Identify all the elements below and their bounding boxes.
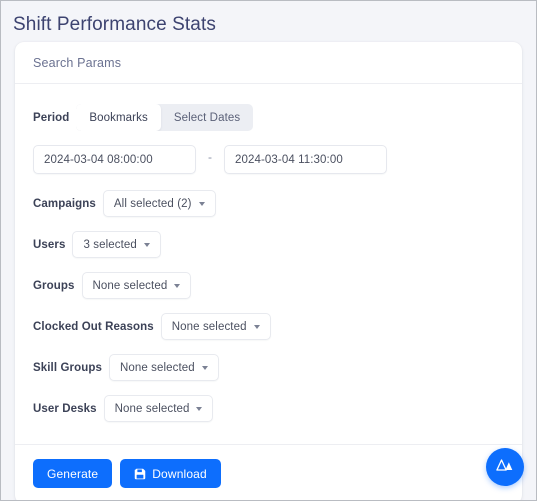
save-disk-icon [134, 468, 146, 480]
brand-fab-button[interactable] [486, 448, 524, 486]
clocked-out-reasons-dropdown-value: None selected [171, 320, 247, 333]
page-title: Shift Performance Stats [13, 14, 216, 35]
card-header: Search Params [15, 42, 522, 84]
user-desks-label: User Desks [33, 402, 97, 415]
period-row: Period Bookmarks Select Dates [33, 104, 504, 131]
groups-label: Groups [33, 279, 75, 292]
download-button[interactable]: Download [120, 459, 221, 488]
card-section-title: Search Params [33, 55, 122, 70]
chevron-down-icon [174, 284, 181, 288]
filter-row-groups: Groups None selected [33, 272, 504, 299]
date-range-separator: - [208, 149, 212, 164]
campaigns-dropdown[interactable]: All selected (2) [102, 190, 216, 217]
period-tab-group: Bookmarks Select Dates [76, 104, 254, 131]
chevron-down-icon [198, 202, 205, 206]
user-desks-dropdown[interactable]: None selected [103, 395, 214, 422]
download-button-label: Download [152, 466, 207, 481]
date-to-input[interactable]: 2024-03-04 11:30:00 [224, 145, 387, 174]
app-page: Shift Performance Stats Search Params Pe… [1, 1, 536, 500]
generate-button[interactable]: Generate [33, 459, 113, 488]
date-range-row: 2024-03-04 08:00:00 - 2024-03-04 11:30:0… [33, 145, 504, 174]
skill-groups-dropdown-value: None selected [119, 361, 195, 374]
card-footer: Generate Download [15, 444, 522, 500]
chevron-down-icon [201, 366, 208, 370]
chevron-down-icon [196, 407, 203, 411]
campaigns-dropdown-value: All selected (2) [113, 197, 192, 210]
filter-row-clocked-out-reasons: Clocked Out Reasons None selected [33, 313, 504, 340]
brand-logo-icon [495, 457, 515, 478]
period-label: Period [33, 111, 70, 124]
users-dropdown[interactable]: 3 selected [72, 231, 161, 258]
search-params-card: Search Params Period Bookmarks Select Da… [15, 42, 522, 500]
users-label: Users [33, 238, 66, 251]
filter-row-skill-groups: Skill Groups None selected [33, 354, 504, 381]
user-desks-dropdown-value: None selected [114, 402, 190, 415]
chevron-down-icon [143, 243, 150, 247]
skill-groups-label: Skill Groups [33, 361, 102, 374]
filter-row-campaigns: Campaigns All selected (2) [33, 190, 504, 217]
tab-select-dates[interactable]: Select Dates [161, 104, 253, 131]
users-dropdown-value: 3 selected [83, 238, 137, 251]
date-from-input[interactable]: 2024-03-04 08:00:00 [33, 145, 196, 174]
chevron-down-icon [253, 325, 260, 329]
groups-dropdown[interactable]: None selected [81, 272, 192, 299]
card-body: Period Bookmarks Select Dates 2024-03-04… [15, 84, 522, 444]
filter-row-user-desks: User Desks None selected [33, 395, 504, 422]
groups-dropdown-value: None selected [92, 279, 168, 292]
clocked-out-reasons-label: Clocked Out Reasons [33, 320, 154, 333]
filter-row-users: Users 3 selected [33, 231, 504, 258]
campaigns-label: Campaigns [33, 197, 96, 210]
clocked-out-reasons-dropdown[interactable]: None selected [160, 313, 271, 340]
skill-groups-dropdown[interactable]: None selected [108, 354, 219, 381]
tab-bookmarks[interactable]: Bookmarks [76, 104, 161, 131]
